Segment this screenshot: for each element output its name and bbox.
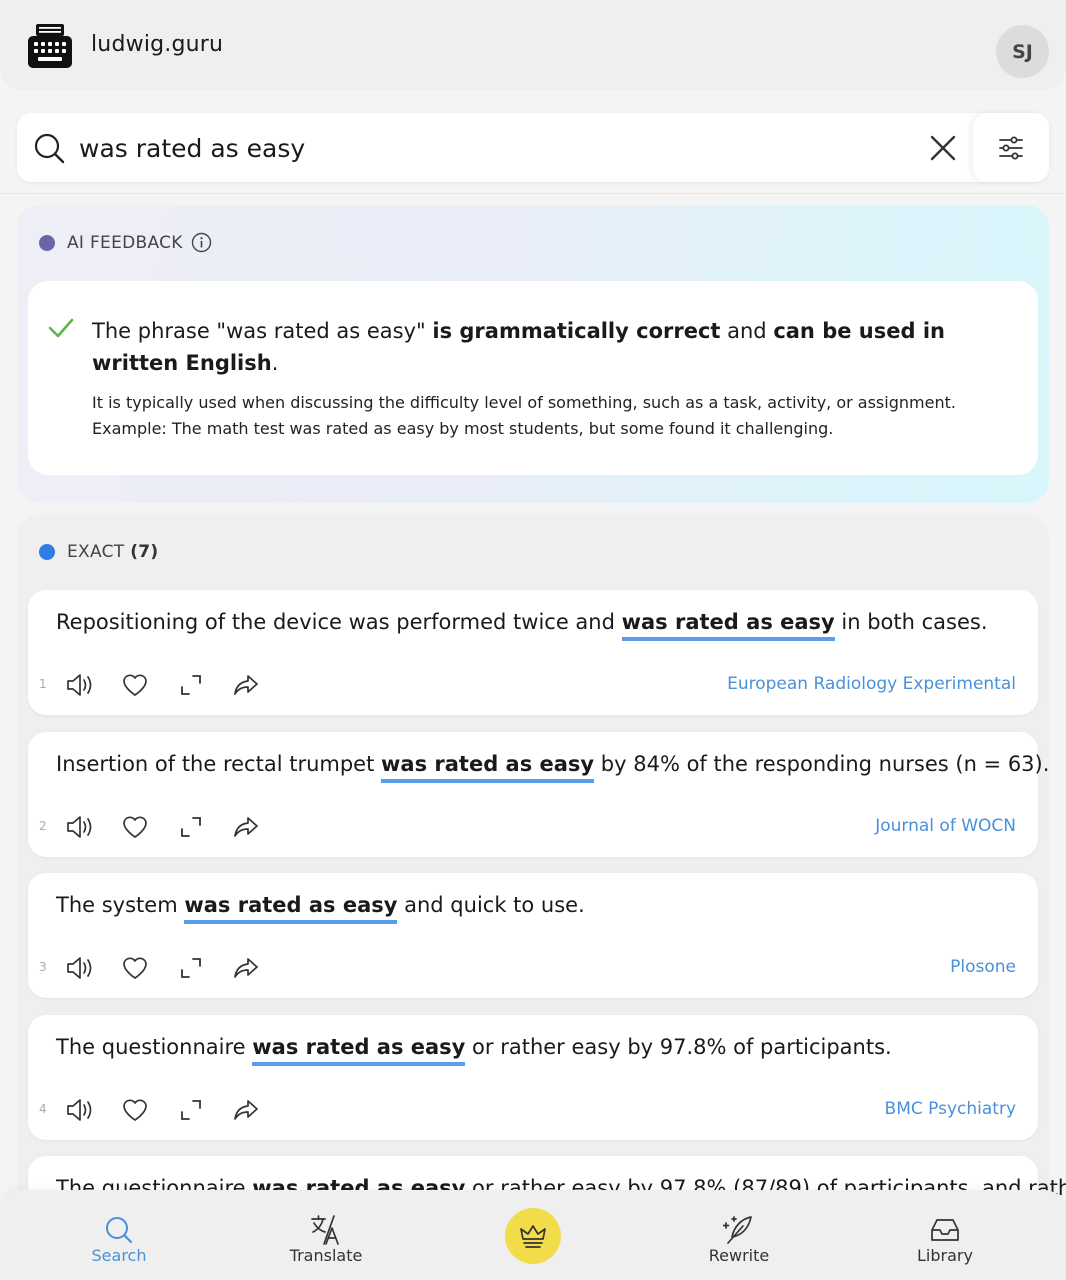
app-header: ludwig.guru SJ bbox=[0, 0, 1066, 90]
sentence-text: or rather easy by 97.8% of participants. bbox=[465, 1035, 892, 1059]
nav-library[interactable]: Library bbox=[885, 1190, 1005, 1280]
sentence-text: Repositioning of the device was performe… bbox=[56, 610, 622, 634]
search-input[interactable] bbox=[79, 128, 899, 168]
result-card[interactable]: The questionnaire was rated as easy or r… bbox=[28, 1015, 1038, 1140]
nav-rewrite[interactable]: Rewrite bbox=[679, 1190, 799, 1280]
heart-icon[interactable] bbox=[120, 670, 150, 700]
expand-icon[interactable] bbox=[176, 953, 206, 983]
result-card[interactable]: Repositioning of the device was performe… bbox=[28, 590, 1038, 715]
result-sentence[interactable]: Repositioning of the device was performe… bbox=[56, 606, 1016, 641]
heart-icon[interactable] bbox=[120, 812, 150, 842]
result-sentence[interactable]: The system was rated as easy and quick t… bbox=[56, 889, 1016, 924]
divider bbox=[0, 193, 1066, 194]
highlight-phrase: was rated as easy bbox=[381, 750, 595, 783]
summary-text: The phrase "was rated as easy" bbox=[92, 319, 433, 343]
speaker-icon[interactable] bbox=[65, 670, 95, 700]
detail-line: It is typically used when discussing the… bbox=[92, 393, 956, 412]
detail-example: Example: The math test was rated as easy… bbox=[92, 419, 834, 438]
sentence-text: in both cases. bbox=[834, 610, 988, 634]
result-index: 2 bbox=[39, 819, 47, 833]
exact-results-panel: EXACT (7) Repositioning of the device wa… bbox=[17, 515, 1066, 1280]
sentence-text: Insertion of the rectal trumpet bbox=[56, 752, 381, 776]
translate-icon bbox=[311, 1215, 339, 1245]
highlight-phrase: was rated as easy bbox=[184, 891, 398, 924]
result-card[interactable]: Insertion of the rectal trumpet was rate… bbox=[28, 732, 1049, 857]
share-icon[interactable] bbox=[231, 812, 261, 842]
ai-feedback-panel: AI FEEDBACK The phrase "was rated as eas… bbox=[17, 205, 1049, 503]
typewriter-logo-icon[interactable] bbox=[27, 23, 73, 69]
result-card[interactable]: The system was rated as easy and quick t… bbox=[28, 873, 1038, 998]
sliders-icon bbox=[999, 136, 1023, 159]
nav-translate-label: Translate bbox=[289, 1246, 363, 1265]
ai-feedback-summary: The phrase "was rated as easy" is gramma… bbox=[92, 315, 992, 379]
share-icon[interactable] bbox=[231, 953, 261, 983]
ai-feedback-detail: It is typically used when discussing the… bbox=[92, 390, 1012, 442]
search-bar bbox=[17, 113, 1049, 182]
expand-icon[interactable] bbox=[176, 812, 206, 842]
ai-feedback-dot bbox=[39, 235, 55, 251]
heart-icon[interactable] bbox=[120, 953, 150, 983]
speaker-icon[interactable] bbox=[65, 812, 95, 842]
user-avatar[interactable]: SJ bbox=[996, 25, 1049, 78]
search-icon bbox=[34, 133, 65, 164]
highlight-phrase: was rated as easy bbox=[621, 608, 835, 641]
exact-label-text: EXACT bbox=[67, 542, 125, 562]
premium-button[interactable] bbox=[505, 1208, 561, 1264]
expand-icon[interactable] bbox=[176, 1095, 206, 1125]
nav-translate[interactable]: Translate bbox=[266, 1190, 386, 1280]
result-sentence[interactable]: Insertion of the rectal trumpet was rate… bbox=[56, 748, 1049, 783]
quill-icon bbox=[723, 1216, 752, 1244]
nav-search-label: Search bbox=[91, 1246, 147, 1265]
exact-label: EXACT (7) bbox=[67, 542, 158, 562]
info-icon[interactable] bbox=[191, 232, 212, 253]
nav-search[interactable]: Search bbox=[59, 1190, 179, 1280]
result-index: 1 bbox=[39, 677, 47, 691]
clear-search-icon[interactable] bbox=[927, 132, 959, 164]
result-index: 3 bbox=[39, 960, 47, 974]
sentence-text: The questionnaire bbox=[56, 1035, 253, 1059]
exact-count: (7) bbox=[130, 542, 159, 562]
filter-button[interactable] bbox=[973, 113, 1049, 182]
expand-icon[interactable] bbox=[176, 670, 206, 700]
summary-text: . bbox=[271, 351, 279, 375]
highlight-phrase: was rated as easy bbox=[252, 1033, 466, 1066]
brand-name[interactable]: ludwig.guru bbox=[91, 32, 223, 57]
sentence-text: The system bbox=[56, 893, 185, 917]
result-source-link[interactable]: Plosone bbox=[950, 957, 1016, 977]
share-icon[interactable] bbox=[231, 670, 261, 700]
ai-feedback-label: AI FEEDBACK bbox=[67, 233, 183, 253]
speaker-icon[interactable] bbox=[65, 1095, 95, 1125]
inbox-icon bbox=[931, 1219, 959, 1241]
result-source-link[interactable]: BMC Psychiatry bbox=[885, 1099, 1016, 1119]
search-icon bbox=[106, 1217, 133, 1244]
result-index: 4 bbox=[39, 1102, 47, 1116]
nav-rewrite-label: Rewrite bbox=[708, 1246, 770, 1265]
bottom-nav: Search Translate Rewrite Library bbox=[0, 1190, 1066, 1280]
checkmark-icon bbox=[48, 318, 74, 338]
heart-icon[interactable] bbox=[120, 1095, 150, 1125]
nav-library-label: Library bbox=[917, 1246, 973, 1265]
sentence-text: by 84% of the responding nurses (n = 63)… bbox=[594, 752, 1050, 776]
speaker-icon[interactable] bbox=[65, 953, 95, 983]
summary-text: and bbox=[720, 319, 774, 343]
share-icon[interactable] bbox=[231, 1095, 261, 1125]
result-source-link[interactable]: Journal of WOCN bbox=[875, 816, 1016, 836]
result-sentence[interactable]: The questionnaire was rated as easy or r… bbox=[56, 1031, 1016, 1066]
exact-dot bbox=[39, 544, 55, 560]
crown-icon bbox=[520, 1225, 546, 1248]
ai-feedback-card: The phrase "was rated as easy" is gramma… bbox=[28, 281, 1038, 475]
result-source-link[interactable]: European Radiology Experimental bbox=[727, 674, 1016, 694]
summary-bold-correct: is grammatically correct bbox=[432, 319, 721, 343]
sentence-text: and quick to use. bbox=[397, 893, 585, 917]
